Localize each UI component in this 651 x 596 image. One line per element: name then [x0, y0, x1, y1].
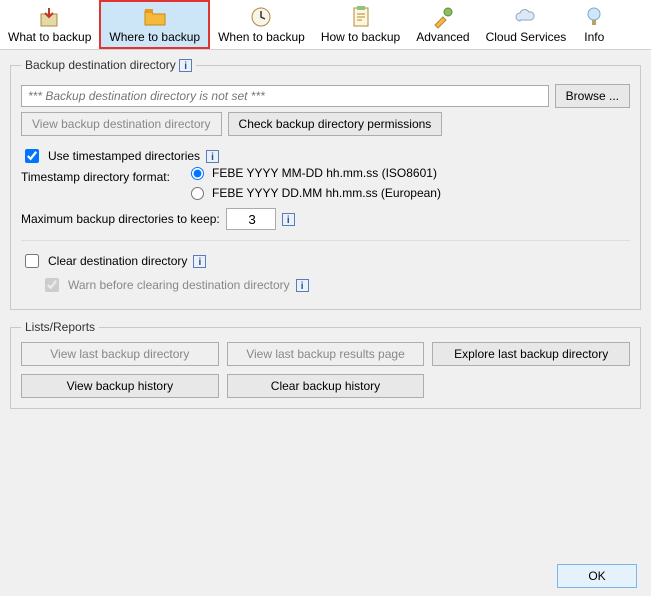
timestamp-format-label: Timestamp directory format: — [21, 170, 191, 184]
clear-backup-history-button[interactable]: Clear backup history — [227, 374, 425, 398]
destination-path-input[interactable] — [21, 85, 549, 107]
ok-button[interactable]: OK — [557, 564, 637, 588]
info-icon[interactable]: i — [296, 279, 309, 292]
folder-icon — [143, 5, 167, 29]
tab-where-to-backup[interactable]: Where to backup — [99, 0, 210, 49]
clock-icon — [249, 5, 273, 29]
lists-reports-group: Lists/Reports View last backup directory… — [10, 320, 641, 409]
use-timestamped-checkbox[interactable]: Use timestamped directories — [21, 146, 200, 166]
tab-info[interactable]: Info — [574, 0, 614, 49]
tab-how-to-backup[interactable]: How to backup — [313, 0, 408, 49]
tab-label: When to backup — [218, 30, 305, 44]
content-area: Backup destination directory i Browse ..… — [0, 50, 651, 427]
clipboard-icon — [349, 5, 373, 29]
view-backup-history-button[interactable]: View backup history — [21, 374, 219, 398]
browse-button[interactable]: Browse ... — [555, 84, 630, 108]
checkbox-label: Warn before clearing destination directo… — [68, 278, 290, 292]
use-timestamped-input[interactable] — [25, 149, 39, 163]
max-directories-input[interactable] — [226, 208, 276, 230]
info-icon[interactable]: i — [282, 213, 295, 226]
check-permissions-button[interactable]: Check backup directory permissions — [228, 112, 443, 136]
max-directories-label: Maximum backup directories to keep: — [21, 212, 220, 226]
group-legend: Lists/Reports — [21, 320, 99, 334]
backup-destination-group: Backup destination directory i Browse ..… — [10, 58, 641, 310]
tab-what-to-backup[interactable]: What to backup — [0, 0, 99, 49]
tab-bar: What to backup Where to backup When to b… — [0, 0, 651, 50]
radio-label: FEBE YYYY MM-DD hh.mm.ss (ISO8601) — [212, 166, 437, 180]
info-icon[interactable]: i — [206, 150, 219, 163]
radio-label: FEBE YYYY DD.MM hh.mm.ss (European) — [212, 186, 441, 200]
checkbox-label: Clear destination directory — [48, 254, 187, 268]
tab-label: Where to backup — [109, 30, 200, 44]
footer: OK — [557, 564, 637, 588]
tab-label: How to backup — [321, 30, 400, 44]
tools-icon — [431, 5, 455, 29]
tab-label: What to backup — [8, 30, 91, 44]
info-icon[interactable]: i — [193, 255, 206, 268]
tab-label: Cloud Services — [486, 30, 567, 44]
tab-advanced[interactable]: Advanced — [408, 0, 477, 49]
format-iso-radio[interactable] — [191, 167, 204, 180]
view-last-results-button: View last backup results page — [227, 342, 425, 366]
warn-before-clearing-checkbox: Warn before clearing destination directo… — [41, 275, 290, 295]
lightbulb-icon — [582, 5, 606, 29]
tab-when-to-backup[interactable]: When to backup — [210, 0, 313, 49]
view-last-backup-dir-button: View last backup directory — [21, 342, 219, 366]
view-destination-button: View backup destination directory — [21, 112, 222, 136]
legend-text: Backup destination directory — [25, 58, 176, 72]
checkbox-label: Use timestamped directories — [48, 149, 200, 163]
tab-cloud-services[interactable]: Cloud Services — [478, 0, 575, 49]
cloud-icon — [514, 5, 538, 29]
tab-label: Advanced — [416, 30, 469, 44]
explore-last-backup-dir-button[interactable]: Explore last backup directory — [432, 342, 630, 366]
box-arrow-icon — [38, 5, 62, 29]
clear-destination-checkbox[interactable]: Clear destination directory — [21, 251, 187, 271]
info-icon[interactable]: i — [179, 59, 192, 72]
clear-destination-input[interactable] — [25, 254, 39, 268]
tab-label: Info — [584, 30, 604, 44]
warn-before-clearing-input — [45, 278, 59, 292]
format-european-radio[interactable] — [191, 187, 204, 200]
group-legend: Backup destination directory i — [21, 58, 196, 72]
